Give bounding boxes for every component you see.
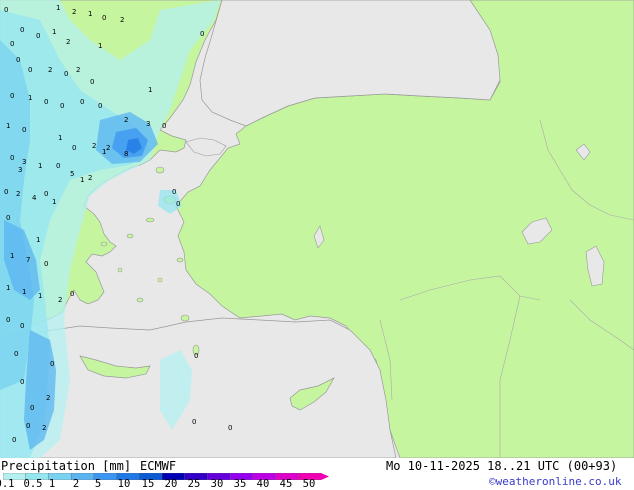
precip-value: 1: [10, 252, 14, 260]
precip-value: 0: [200, 30, 204, 38]
precip-value: 0: [90, 78, 94, 86]
precip-value: 0: [22, 126, 26, 134]
precip-value: 2: [106, 144, 110, 152]
scale-tick: 20: [164, 478, 178, 490]
precip-value: 0: [44, 260, 48, 268]
precip-value: 0: [162, 122, 166, 130]
precip-value: 0: [72, 144, 76, 152]
precip-value: 0: [26, 422, 30, 430]
precip-value: 0: [36, 32, 40, 40]
precip-value: 1: [38, 162, 42, 170]
precip-value: 0: [176, 200, 180, 208]
precip-value: 1: [148, 86, 152, 94]
scale-tick: 25: [187, 478, 201, 490]
precip-value: 0: [192, 418, 196, 426]
scale-tick: 10: [117, 478, 131, 490]
precip-value: 0: [6, 316, 10, 324]
precip-value: 2: [66, 38, 70, 46]
precip-value: 7: [26, 256, 30, 264]
precip-value: 1: [58, 134, 62, 142]
precip-value: 0: [70, 290, 74, 298]
precip-value: 0: [44, 98, 48, 106]
scale-tick: 1: [48, 478, 56, 490]
precip-value: 0: [98, 102, 102, 110]
precip-value: 0: [30, 404, 34, 412]
scale-tick: 45: [279, 478, 293, 490]
scale-tick: 0.1: [0, 478, 15, 490]
precip-value: 0: [80, 98, 84, 106]
precip-value: 1: [52, 198, 56, 206]
precip-value: 1: [38, 292, 42, 300]
precip-value: 2: [42, 424, 46, 432]
model-name: ECMWF: [140, 459, 177, 473]
precip-value: 0: [102, 14, 106, 22]
precip-value: 0: [20, 26, 24, 34]
scale-tick: 30: [210, 478, 224, 490]
scale-tick: 5: [94, 478, 102, 490]
precip-value: 0: [4, 6, 8, 14]
scale-tick: 2: [72, 478, 80, 490]
precip-value: 1: [98, 42, 102, 50]
precip-value: 2: [72, 8, 76, 16]
precip-value: 2: [48, 66, 52, 74]
scale-tick: 0.5: [23, 478, 43, 490]
scale-ticks: 0.1 0.5 1 2 5 10 15 20 25 30 35 40 45 50: [0, 479, 634, 490]
precip-value: 2: [88, 174, 92, 182]
precip-value: 3: [146, 120, 150, 128]
precip-value: 2: [124, 116, 128, 124]
precip-value: 2: [46, 394, 50, 402]
precip-value: 0: [64, 70, 68, 78]
precip-value: 0: [56, 162, 60, 170]
precip-value: 3: [22, 158, 26, 166]
precip-value: 0: [28, 66, 32, 74]
precip-value: 0: [20, 378, 24, 386]
valid-time: Mo 10-11-2025 18..21 UTC (00+93): [386, 459, 618, 473]
precip-value: 0: [4, 188, 8, 196]
precip-value: 1: [6, 122, 10, 130]
precip-value: 2: [58, 296, 62, 304]
precip-value: 2: [16, 190, 20, 198]
precip-value: 1: [56, 4, 60, 12]
map-title: Precipitation [mm]: [1, 459, 132, 473]
precip-value: 1: [22, 288, 26, 296]
precip-value: 5: [70, 170, 74, 178]
scale-tick: 40: [256, 478, 270, 490]
precip-value: 0: [12, 436, 16, 444]
precip-value: 0: [6, 214, 10, 222]
precip-value: 0: [44, 190, 48, 198]
scale-tick: 35: [233, 478, 247, 490]
precip-value: 1: [52, 28, 56, 36]
precip-value: 2: [76, 66, 80, 74]
precip-value: 8: [124, 150, 128, 158]
precip-value: 0: [20, 322, 24, 330]
precip-value: 0: [172, 188, 176, 196]
precip-value: 1: [28, 94, 32, 102]
precip-value: 0: [194, 352, 198, 360]
precip-value: 1: [6, 284, 10, 292]
precip-value: 0: [50, 360, 54, 368]
precip-value: 2: [92, 142, 96, 150]
precip-value: 2: [120, 16, 124, 24]
precip-value: 0: [10, 154, 14, 162]
precip-value: 0: [60, 102, 64, 110]
precip-value: 0: [16, 56, 20, 64]
precipitation-map-screen: 0 1 2 0 2 1 0 0 1 0 1 0 0 2 0 2 2 0 0 1 …: [0, 0, 634, 490]
scale-tick: 50: [302, 478, 316, 490]
precip-value: 1: [36, 236, 40, 244]
scale-tick: 15: [141, 478, 155, 490]
precip-value: 4: [32, 194, 37, 202]
precip-value: 1: [88, 10, 92, 18]
precipitation-map: 0 1 2 0 2 1 0 0 1 0 1 0 0 2 0 2 2 0 0 1 …: [0, 0, 634, 458]
precip-value: 1: [80, 176, 84, 184]
precip-value: 0: [10, 40, 14, 48]
precip-value: 0: [10, 92, 14, 100]
precip-value: 3: [18, 166, 22, 174]
precip-value: 0: [14, 350, 18, 358]
precip-value: 0: [228, 424, 232, 432]
